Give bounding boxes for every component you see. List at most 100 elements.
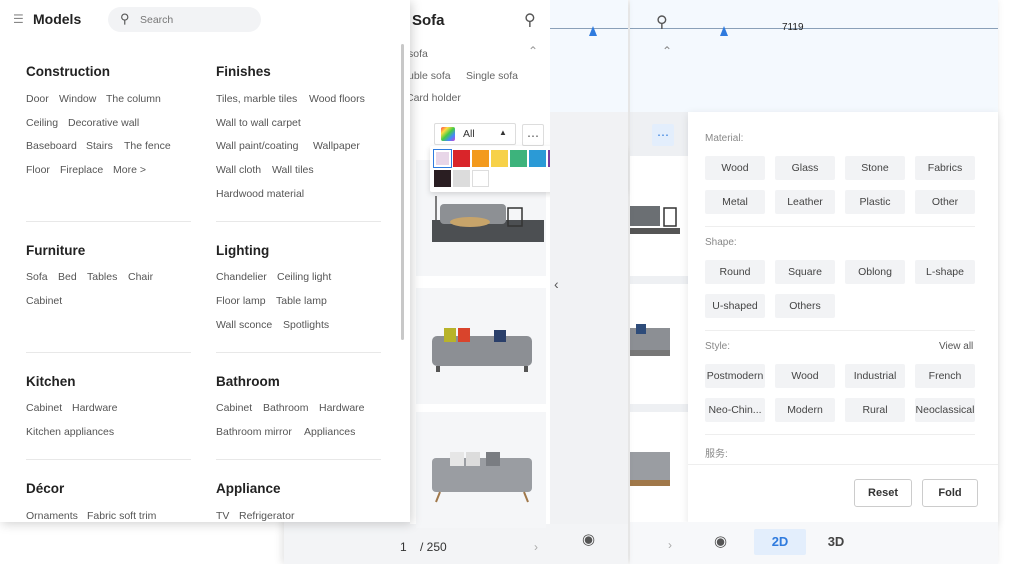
search-icon[interactable]: ⚲ xyxy=(524,10,536,30)
color-filter-select[interactable]: All ▲ xyxy=(434,123,516,145)
category-title[interactable]: Décor xyxy=(26,481,64,496)
category-item[interactable]: Wallpaper xyxy=(313,140,360,152)
category-item[interactable]: Bathroom mirror xyxy=(216,426,292,438)
subcategory-link[interactable]: Card holder xyxy=(406,92,461,104)
material-chip[interactable]: Other xyxy=(915,190,975,214)
category-item[interactable]: Bed xyxy=(58,271,77,283)
category-item[interactable]: Fabric soft trim xyxy=(87,510,156,522)
shape-chip[interactable]: Others xyxy=(775,294,835,318)
shape-chip[interactable]: L-shape xyxy=(915,260,975,284)
color-swatch[interactable] xyxy=(510,150,527,167)
category-item[interactable]: Refrigerator xyxy=(239,510,294,522)
product-card[interactable] xyxy=(630,412,688,532)
tab-3d[interactable]: 3D xyxy=(816,529,856,555)
view-all-link[interactable]: View all xyxy=(939,341,973,352)
reset-button[interactable]: Reset xyxy=(854,479,912,507)
style-chip[interactable]: Modern xyxy=(775,398,835,422)
category-item[interactable]: Floor lamp xyxy=(216,295,266,307)
search-input[interactable] xyxy=(140,11,250,28)
filter-icon[interactable]: ⋯ xyxy=(522,124,544,146)
material-chip[interactable]: Stone xyxy=(845,156,905,180)
ruler-marker[interactable] xyxy=(589,26,597,36)
product-card[interactable] xyxy=(630,284,688,404)
category-item[interactable]: Wall paint/coating xyxy=(216,140,299,152)
material-chip[interactable]: Glass xyxy=(775,156,835,180)
color-swatch[interactable] xyxy=(491,150,508,167)
search-box[interactable]: ⚲ xyxy=(108,7,261,32)
category-title[interactable]: Bathroom xyxy=(216,374,280,389)
search-icon[interactable]: ⚲ xyxy=(656,12,668,32)
style-chip[interactable]: Neoclassical xyxy=(915,398,975,422)
category-item[interactable]: Window xyxy=(59,93,96,105)
material-chip[interactable]: Wood xyxy=(705,156,765,180)
category-item[interactable]: Door xyxy=(26,93,49,105)
category-item[interactable]: Sofa xyxy=(26,271,48,283)
product-card[interactable] xyxy=(416,288,546,404)
category-item[interactable]: Chandelier xyxy=(216,271,267,283)
material-chip[interactable]: Fabrics xyxy=(915,156,975,180)
category-item[interactable]: The column xyxy=(106,93,161,105)
category-item[interactable]: Wood floors xyxy=(309,93,365,105)
category-title[interactable]: Finishes xyxy=(216,64,271,79)
material-chip[interactable]: Plastic xyxy=(845,190,905,214)
list-icon[interactable]: ☰ xyxy=(13,12,24,26)
tab-2d[interactable]: 2D xyxy=(754,529,806,555)
search-icon[interactable]: ⚲ xyxy=(120,11,130,27)
eye-icon[interactable]: ◉ xyxy=(582,530,595,548)
more-link[interactable]: More > xyxy=(113,164,146,176)
category-item[interactable]: Stairs xyxy=(86,140,113,152)
category-item[interactable]: Hardware xyxy=(72,402,118,414)
category-title[interactable]: Kitchen xyxy=(26,374,76,389)
color-swatch[interactable] xyxy=(529,150,546,167)
category-item[interactable]: Hardware xyxy=(319,402,365,414)
category-item[interactable]: Chair xyxy=(128,271,153,283)
subcategory-link[interactable]: sofa xyxy=(408,48,428,60)
category-item[interactable]: Tables xyxy=(87,271,117,283)
shape-chip[interactable]: Oblong xyxy=(845,260,905,284)
next-page-icon[interactable]: › xyxy=(534,540,538,554)
style-chip[interactable]: Neo-Chin... xyxy=(705,398,765,422)
chevron-right-icon[interactable]: › xyxy=(668,538,672,552)
shape-chip[interactable]: Square xyxy=(775,260,835,284)
category-item[interactable]: The fence xyxy=(124,140,171,152)
category-item[interactable]: Appliances xyxy=(304,426,355,438)
category-item[interactable]: Ceiling light xyxy=(277,271,331,283)
eye-icon[interactable]: ◉ xyxy=(714,532,727,550)
category-item[interactable]: Ceiling xyxy=(26,117,58,129)
style-chip[interactable]: Rural xyxy=(845,398,905,422)
category-item[interactable]: Wall to wall carpet xyxy=(216,117,301,129)
category-item[interactable]: Table lamp xyxy=(276,295,327,307)
style-chip[interactable]: Industrial xyxy=(845,364,905,388)
chevron-up-icon[interactable]: ⌃ xyxy=(662,44,672,58)
color-swatch[interactable] xyxy=(472,170,489,187)
ruler-marker[interactable] xyxy=(720,26,728,36)
scrollbar[interactable] xyxy=(401,44,404,340)
category-item[interactable]: Kitchen appliances xyxy=(26,426,114,438)
product-card[interactable] xyxy=(416,412,546,528)
category-title[interactable]: Furniture xyxy=(26,243,85,258)
chevron-left-icon[interactable]: ‹ xyxy=(554,276,559,292)
shape-chip[interactable]: Round xyxy=(705,260,765,284)
shape-chip[interactable]: U-shaped xyxy=(705,294,765,318)
category-item[interactable]: TV xyxy=(216,510,229,522)
category-item[interactable]: Cabinet xyxy=(26,295,62,307)
style-chip[interactable]: Postmodern xyxy=(705,364,765,388)
product-card[interactable] xyxy=(630,156,688,276)
category-item[interactable]: Hardwood material xyxy=(216,188,304,200)
category-item[interactable]: Cabinet xyxy=(26,402,62,414)
color-swatch[interactable] xyxy=(453,170,470,187)
category-title[interactable]: Construction xyxy=(26,64,110,79)
style-chip[interactable]: Wood xyxy=(775,364,835,388)
category-item[interactable]: Spotlights xyxy=(283,319,329,331)
subcategory-link[interactable]: uble sofa xyxy=(408,70,451,82)
chevron-up-icon[interactable]: ⌃ xyxy=(528,44,538,58)
style-chip[interactable]: French xyxy=(915,364,975,388)
page-current[interactable]: 1 xyxy=(400,540,407,554)
category-title[interactable]: Lighting xyxy=(216,243,269,258)
category-item[interactable]: Wall cloth xyxy=(216,164,261,176)
category-item[interactable]: Ornaments xyxy=(26,510,78,522)
material-chip[interactable]: Leather xyxy=(775,190,835,214)
subcategory-link[interactable]: Single sofa xyxy=(466,70,518,82)
filter-icon[interactable]: ⋯ xyxy=(652,124,674,146)
color-swatch[interactable] xyxy=(434,150,451,167)
